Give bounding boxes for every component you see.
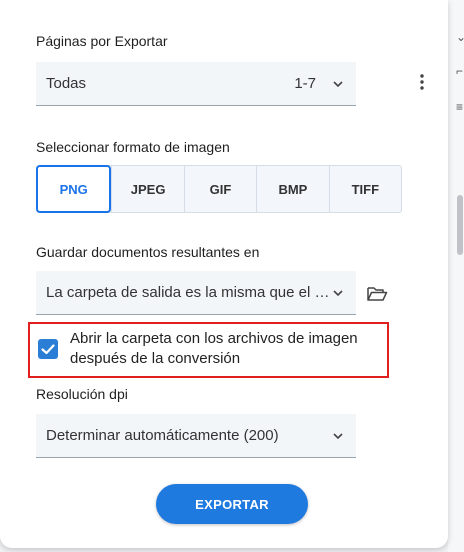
background-icon: ≡	[456, 100, 464, 114]
format-option-tiff[interactable]: TIFF	[328, 166, 401, 212]
format-option-png[interactable]: PNG	[36, 165, 112, 213]
background-window: ⌄ ⌐ ≡	[448, 0, 464, 552]
pages-select[interactable]: Todas 1-7	[36, 62, 356, 106]
output-label: Guardar documentos resultantes en	[36, 244, 260, 260]
folder-open-icon[interactable]	[366, 284, 388, 304]
more-vertical-icon[interactable]	[412, 72, 432, 92]
chevron-down-icon	[333, 432, 343, 439]
check-icon	[41, 344, 55, 355]
pages-range: 1-7	[294, 75, 316, 92]
open-folder-label[interactable]: Abrir la carpeta con los archivos de ima…	[70, 329, 382, 369]
chevron-down-icon	[333, 289, 343, 296]
format-label: Seleccionar formato de imagen	[36, 139, 230, 155]
format-option-bmp[interactable]: BMP	[256, 166, 328, 212]
pages-label: Páginas por Exportar	[36, 33, 168, 49]
background-icon: ⌐	[456, 64, 464, 78]
format-selector: PNG JPEG GIF BMP TIFF	[36, 165, 402, 213]
format-option-jpeg[interactable]: JPEG	[111, 166, 183, 212]
background-icon: ⌄	[456, 30, 464, 44]
resolution-select-value: Determinar automáticamente (200)	[46, 427, 279, 444]
export-image-panel: Páginas por Exportar Todas 1-7 Seleccion…	[0, 0, 448, 548]
open-folder-checkbox[interactable]	[38, 339, 58, 359]
output-folder-select[interactable]: La carpeta de salida es la misma que el …	[36, 271, 356, 315]
background-scrollbar[interactable]	[457, 195, 463, 255]
resolution-select[interactable]: Determinar automáticamente (200)	[36, 414, 356, 458]
chevron-down-icon	[333, 80, 343, 87]
format-option-gif[interactable]: GIF	[183, 166, 256, 212]
resolution-label: Resolución dpi	[36, 386, 128, 402]
output-folder-value: La carpeta de salida es la misma que el …	[46, 284, 330, 301]
pages-select-value: Todas	[46, 75, 87, 92]
export-button[interactable]: EXPORTAR	[156, 484, 308, 524]
